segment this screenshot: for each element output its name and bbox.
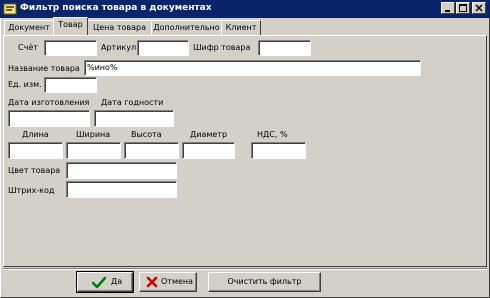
- clear-filter-label: Очистить фильтр: [227, 277, 302, 286]
- minimize-icon: [445, 10, 450, 12]
- title-bar[interactable]: Фильтр поиска товара в документах: [0, 0, 490, 18]
- close-icon: [475, 4, 483, 12]
- minimize-button[interactable]: [441, 2, 455, 14]
- tab-price[interactable]: Цена товара: [87, 20, 152, 35]
- tab-panel-product: [3, 35, 487, 267]
- clear-filter-button[interactable]: Очистить фильтр: [208, 272, 321, 292]
- app-icon: [3, 3, 17, 15]
- maximize-icon: [459, 4, 467, 12]
- tab-product[interactable]: Товар: [53, 17, 88, 35]
- maximize-button[interactable]: [456, 2, 470, 14]
- window-title: Фильтр поиска товара в документах: [20, 3, 212, 13]
- ok-label: Да: [111, 277, 123, 286]
- tab-client[interactable]: Клиент: [221, 20, 261, 35]
- tab-document[interactable]: Документ: [4, 20, 54, 35]
- close-button[interactable]: [472, 2, 486, 14]
- tab-additional[interactable]: Дополнительно: [151, 20, 222, 35]
- cancel-button[interactable]: Отмена: [139, 272, 197, 292]
- cancel-label: Отмена: [161, 277, 194, 286]
- bottom-separator: [3, 268, 487, 270]
- check-icon: [92, 276, 106, 289]
- ok-button[interactable]: Да: [76, 271, 134, 293]
- cross-icon: [146, 276, 158, 288]
